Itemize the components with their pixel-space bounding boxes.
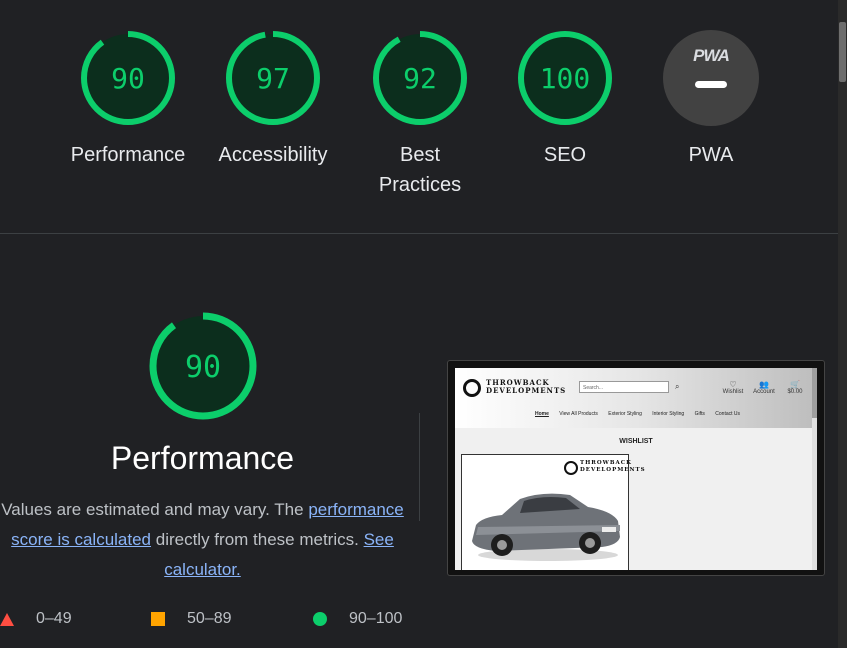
- pwa-dash-icon: [695, 81, 727, 88]
- performance-score: 90: [185, 350, 221, 385]
- legend-average: 50–89: [151, 610, 232, 628]
- page-scrollbar[interactable]: [838, 0, 847, 648]
- gauge-score: 90: [111, 62, 145, 95]
- legend-label: 0–49: [36, 610, 72, 627]
- site-logo: THROWBACK DEVELOPMENTS: [486, 378, 567, 395]
- legend-pass: 90–100: [313, 610, 402, 628]
- circle-icon: [313, 612, 327, 626]
- gauge-accessibility[interactable]: 97 Accessibility: [203, 30, 343, 170]
- scrollbar-thumb[interactable]: [839, 22, 846, 82]
- site-preview: THROWBACK DEVELOPMENTS Search... ⌕ ♡ Wish…: [455, 368, 817, 570]
- steering-wheel-icon: [463, 379, 481, 397]
- gauge-label: PWA: [688, 144, 734, 166]
- triangle-icon: [0, 612, 14, 626]
- site-nav: Home View All Products Exterior Styling …: [535, 411, 741, 417]
- category-gauges: 90 Performance 97 Accessibility 92 Best …: [0, 0, 838, 234]
- product-card: THROWBACK DEVELOPMENTS: [461, 454, 645, 570]
- gauge-performance[interactable]: 90 Performance: [58, 30, 198, 170]
- cart-icon: 🛒 $0.00: [787, 380, 803, 395]
- gauge-label: Best Practices: [378, 144, 462, 196]
- gauge-label: Performance: [70, 144, 186, 166]
- description-text: Values are estimated and may vary. The: [1, 500, 309, 519]
- performance-description: Values are estimated and may vary. The p…: [0, 495, 405, 585]
- site-heading: WISHLIST: [619, 438, 653, 445]
- legend-fail: 0–49: [0, 610, 72, 628]
- performance-title: Performance: [110, 440, 295, 476]
- square-icon: [151, 612, 165, 626]
- pwa-badge-text: PWA: [693, 46, 730, 65]
- site-header: THROWBACK DEVELOPMENTS Search... ⌕ ♡ Wish…: [455, 368, 817, 428]
- gauge-ring: 90: [81, 31, 175, 125]
- description-text: directly from these metrics.: [151, 530, 364, 549]
- gauge-ring: 100: [518, 31, 612, 125]
- gauge-score: 92: [403, 62, 437, 95]
- gauge-score: 100: [540, 62, 591, 95]
- performance-gauge: 90: [149, 312, 257, 420]
- search-icon: ⌕: [675, 382, 680, 391]
- gauge-ring: 97: [226, 31, 320, 125]
- gauge-seo[interactable]: 100 SEO: [495, 30, 635, 170]
- legend-label: 90–100: [349, 610, 403, 627]
- site-search-input: Search...: [579, 381, 669, 393]
- divider: [419, 413, 420, 521]
- gauge-pwa[interactable]: PWA PWA: [641, 30, 781, 170]
- gauge-label: Accessibility: [218, 144, 328, 166]
- wishlist-icon: ♡ Wishlist: [722, 380, 744, 395]
- legend-label: 50–89: [187, 610, 232, 627]
- pwa-badge: PWA: [663, 30, 759, 126]
- final-screenshot[interactable]: THROWBACK DEVELOPMENTS Search... ⌕ ♡ Wish…: [447, 360, 825, 576]
- gauge-best-practices[interactable]: 92 Best Practices: [350, 30, 490, 200]
- gauge-ring: 92: [373, 31, 467, 125]
- gauge-score: 97: [256, 62, 290, 95]
- account-icon: 👥 Account: [753, 380, 775, 395]
- preview-scrollbar: [812, 368, 817, 570]
- gauge-label: SEO: [543, 144, 587, 166]
- car-image: [472, 493, 620, 561]
